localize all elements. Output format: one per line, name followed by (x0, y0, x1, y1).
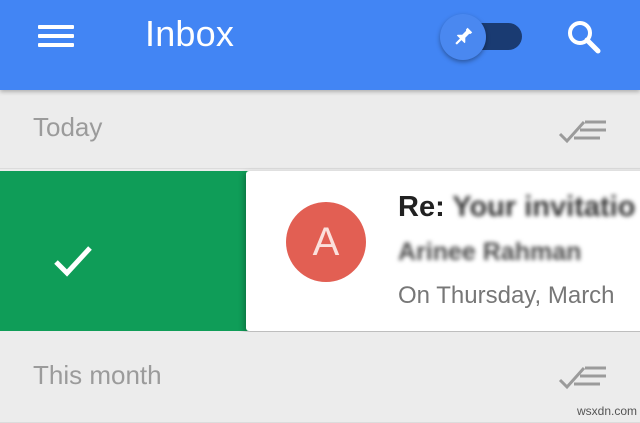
pinned-toggle[interactable] (440, 14, 524, 60)
section-label: This month (33, 360, 162, 390)
email-subject: Re: Your invitatio (398, 191, 635, 224)
email-snippet: On Thursday, March (398, 282, 615, 309)
avatar: A (286, 202, 366, 282)
watermark: wsxdn.com (577, 404, 638, 418)
search-icon[interactable] (562, 16, 606, 60)
subject-text: Your invitatio (452, 191, 636, 223)
section-header-today: Today (0, 90, 640, 169)
pin-icon (440, 14, 486, 60)
done-all-icon[interactable] (558, 360, 610, 394)
check-icon (52, 240, 94, 287)
page-title: Inbox (145, 13, 235, 54)
email-sender: Arinee Rahman (398, 238, 582, 266)
section-label: Today (33, 112, 103, 142)
section-header-this-month: This month (0, 332, 640, 423)
subject-prefix: Re: (398, 191, 445, 223)
app-bar: Inbox (0, 0, 640, 90)
email-swipe-row[interactable]: A Re: Your invitatio Arinee Rahman On Th… (0, 171, 640, 331)
menu-icon[interactable] (34, 20, 80, 52)
done-all-icon[interactable] (558, 114, 610, 148)
email-card[interactable]: A Re: Your invitatio Arinee Rahman On Th… (246, 171, 640, 331)
